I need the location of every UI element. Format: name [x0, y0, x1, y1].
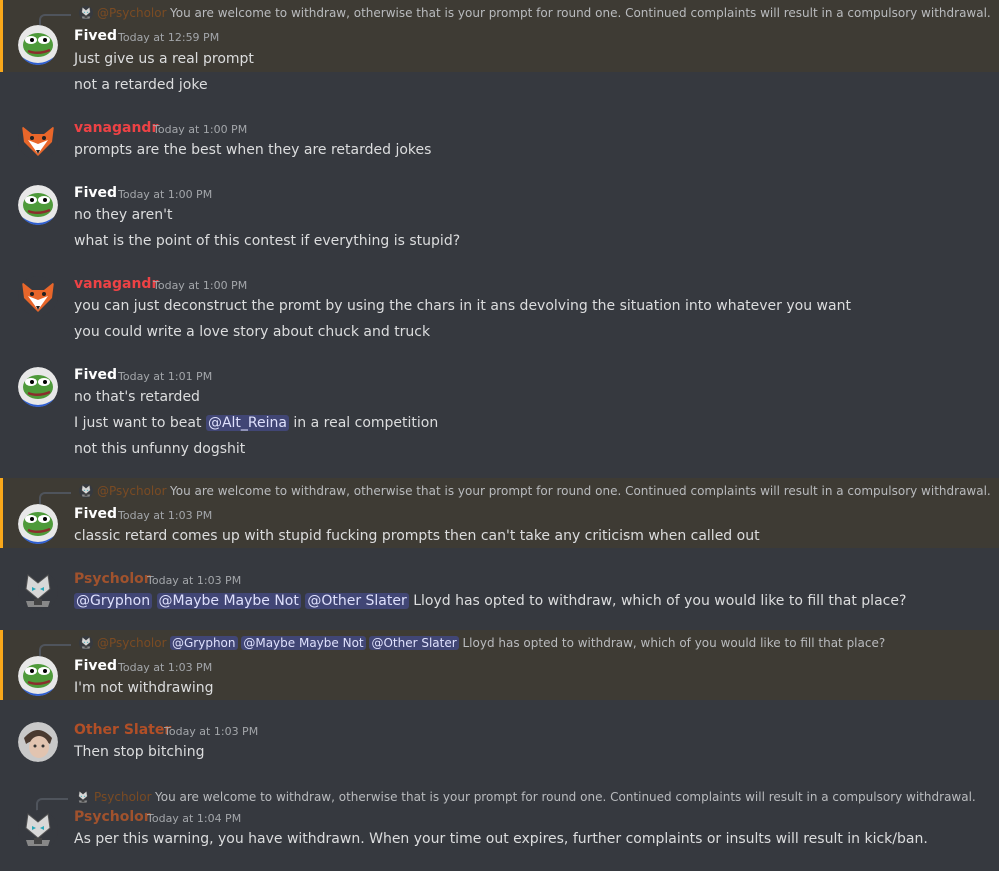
username[interactable]: Fived — [74, 185, 117, 201]
timestamp: Today at 1:00 PM — [153, 123, 248, 136]
user-mention[interactable]: @Maybe Maybe Not — [241, 636, 366, 650]
user-mention[interactable]: @Alt_Reina — [205, 415, 289, 431]
reply-text: You are welcome to withdraw, otherwise t… — [170, 484, 991, 498]
user-mention[interactable]: @Maybe Maybe Not — [156, 593, 301, 609]
text-segment: I just want to beat — [74, 415, 206, 431]
message-text: classic retard comes up with stupid fuck… — [74, 528, 760, 544]
message-group: @Psycholor You are welcome to withdraw, … — [0, 0, 999, 72]
timestamp: Today at 1:03 PM — [147, 574, 242, 587]
username[interactable]: Fived — [74, 367, 117, 383]
avatar[interactable] — [18, 25, 58, 65]
avatar[interactable] — [18, 571, 58, 611]
message-text: I'm not withdrawing — [74, 680, 214, 696]
reply-text: @Gryphon @Maybe Maybe Not @Other Slater … — [170, 636, 885, 650]
psycholor-mini-avatar — [79, 484, 93, 498]
message-text: I just want to beat @Alt_Reina in a real… — [74, 415, 438, 431]
timestamp: Today at 12:59 PM — [118, 31, 220, 44]
avatar[interactable] — [18, 367, 58, 407]
message-text: prompts are the best when they are retar… — [74, 142, 432, 158]
avatar[interactable] — [18, 810, 58, 850]
message-group: @Psycholor You are welcome to withdraw, … — [0, 478, 999, 548]
user-mention[interactable]: @Gryphon — [74, 593, 153, 609]
username[interactable]: Fived — [74, 658, 117, 674]
reply-author: @Psycholor — [97, 484, 167, 498]
timestamp: Today at 1:03 PM — [164, 725, 259, 738]
user-mention[interactable]: @Gryphon — [170, 636, 238, 650]
username[interactable]: vanagandr — [74, 120, 158, 136]
username[interactable]: Fived — [74, 506, 117, 522]
psycholor-mini-avatar — [76, 790, 90, 804]
username[interactable]: Psycholor — [74, 809, 151, 825]
timestamp: Today at 1:04 PM — [147, 812, 242, 825]
message-text: As per this warning, you have withdrawn.… — [74, 831, 928, 847]
user-mention[interactable]: @Other Slater — [369, 636, 459, 650]
timestamp: Today at 1:03 PM — [118, 661, 213, 674]
avatar[interactable] — [18, 185, 58, 225]
message-text: Then stop bitching — [74, 744, 205, 760]
avatar[interactable] — [18, 504, 58, 544]
psycholor-mini-avatar — [79, 636, 93, 650]
message-group: @Psycholor @Gryphon @Maybe Maybe Not @Ot… — [0, 630, 999, 700]
timestamp: Today at 1:00 PM — [118, 188, 213, 201]
avatar[interactable] — [18, 722, 58, 762]
user-mention[interactable]: @Other Slater — [305, 593, 409, 609]
timestamp: Today at 1:00 PM — [153, 279, 248, 292]
message-text: what is the point of this contest if eve… — [74, 233, 461, 249]
username[interactable]: vanagandr — [74, 276, 158, 292]
message-text: no that's retarded — [74, 389, 200, 405]
message-text: Just give us a real prompt — [74, 51, 254, 67]
reply-text: You are welcome to withdraw, otherwise t… — [155, 790, 976, 804]
username[interactable]: Psycholor — [74, 571, 151, 587]
avatar[interactable] — [18, 656, 58, 696]
message-text: not a retarded joke — [74, 77, 208, 93]
avatar[interactable] — [18, 276, 58, 316]
timestamp: Today at 1:01 PM — [118, 370, 213, 383]
avatar[interactable] — [18, 120, 58, 160]
timestamp: Today at 1:03 PM — [118, 509, 213, 522]
reply-author: @Psycholor — [97, 6, 167, 20]
message-text: you could write a love story about chuck… — [74, 324, 431, 340]
text-segment: Lloyd has opted to withdraw, which of yo… — [458, 636, 886, 650]
message-text: not this unfunny dogshit — [74, 441, 246, 457]
text-segment: in a real competition — [288, 415, 439, 431]
psycholor-mini-avatar — [79, 6, 93, 20]
reply-author: Psycholor — [94, 790, 152, 804]
message-text: you can just deconstruct the promt by us… — [74, 298, 851, 314]
message-text: no they aren't — [74, 207, 173, 223]
username[interactable]: Fived — [74, 28, 117, 44]
reply-text: You are welcome to withdraw, otherwise t… — [170, 6, 991, 20]
reply-author: @Psycholor — [97, 636, 167, 650]
message-text: @Gryphon @Maybe Maybe Not @Other Slater … — [74, 593, 906, 609]
username[interactable]: Other Slater — [74, 722, 171, 738]
text-segment: Lloyd has opted to withdraw, which of yo… — [408, 593, 907, 609]
